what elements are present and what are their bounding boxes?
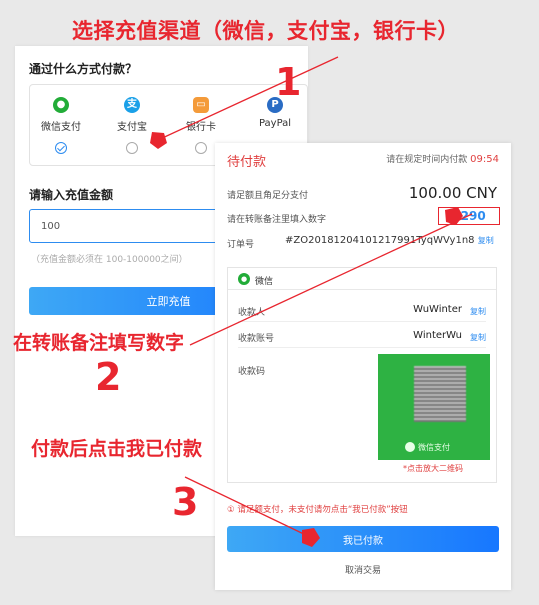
- method-radio[interactable]: [195, 142, 207, 154]
- method-wechat[interactable]: ● 微信支付: [32, 97, 90, 154]
- payment-panel: 待付款 请在规定时间内付款 09:54 请足额且角足分支付 100.00 CNY…: [215, 143, 511, 590]
- account-label: 收款账号: [238, 334, 275, 344]
- amount-label: 请输入充值金额: [29, 188, 114, 202]
- cancel-transaction-link[interactable]: 取消交易: [215, 563, 511, 576]
- banner-annotation: 选择充值渠道（微信，支付宝，银行卡）: [72, 19, 459, 43]
- wechat-icon: ●: [53, 97, 69, 113]
- payment-notice: ① 请足额支付，未支付请勿点击“我已付款”按钮: [227, 505, 408, 515]
- amount-instruction: 请足额且角足分支付: [227, 191, 309, 201]
- step3-text: 付款后点击我已付款: [31, 438, 203, 460]
- method-label: 微信支付: [41, 122, 81, 133]
- payment-amount: 100.00 CNY: [408, 184, 497, 202]
- step3-number: 3: [172, 480, 199, 524]
- order-number: #ZO20181204101217991TyqWVy1n8 复制: [285, 235, 494, 246]
- wechat-header: ● 微信: [228, 268, 496, 290]
- timer-value: 09:54: [470, 154, 499, 165]
- wechat-label: 微信: [255, 277, 274, 287]
- alipay-icon: 支: [124, 97, 140, 113]
- qr-zoom-hint[interactable]: *点击放大二维码: [403, 463, 463, 474]
- copy-payee-link[interactable]: 复制: [470, 306, 486, 317]
- amount-hint: （充值金额必须在 100-100000之间）: [31, 255, 188, 265]
- i-have-paid-button[interactable]: 我已付款: [227, 526, 499, 552]
- order-number-value: #ZO20181204101217991TyqWVy1n8: [285, 235, 475, 246]
- payee-row: 收款人 WuWinter 复制: [238, 296, 486, 322]
- method-alipay[interactable]: 支 支付宝: [103, 97, 161, 154]
- copy-account-link[interactable]: 复制: [470, 332, 486, 343]
- step1-number: 1: [275, 60, 302, 104]
- method-radio-checked[interactable]: [55, 142, 67, 154]
- step2-number: 2: [95, 355, 122, 399]
- payee-label: 收款人: [238, 308, 266, 318]
- payee-value: WuWinter: [413, 304, 462, 315]
- pending-payment-title: 待付款: [227, 155, 267, 170]
- order-label: 订单号: [227, 240, 255, 250]
- wechat-pay-icon: [405, 442, 415, 452]
- timer-text: 请在规定时间内付款: [386, 155, 468, 165]
- qr-code-image[interactable]: [414, 366, 466, 422]
- method-radio[interactable]: [126, 142, 138, 154]
- remark-code: 2290: [438, 207, 500, 225]
- payment-timer: 请在规定时间内付款 09:54: [386, 152, 499, 165]
- account-row: 收款账号 WinterWu 复制: [238, 322, 486, 348]
- bank-card-icon: ▭: [193, 97, 209, 113]
- remark-instruction: 请在转账备注里填入数字: [227, 215, 327, 225]
- qr-label: 收款码: [238, 367, 266, 377]
- payment-method-title: 通过什么方式付款？: [29, 62, 138, 76]
- account-value: WinterWu: [413, 330, 462, 341]
- method-label: PayPal: [258, 118, 292, 129]
- copy-order-link[interactable]: 复制: [478, 236, 494, 245]
- wechat-icon: ●: [238, 273, 250, 285]
- method-label: 银行卡: [186, 122, 216, 133]
- step2-text: 在转账备注填写数字: [13, 332, 185, 354]
- wechat-payment-box: ● 微信 收款人 WuWinter 复制 收款账号 WinterWu 复制 收款…: [227, 267, 497, 483]
- method-label: 支付宝: [117, 122, 147, 133]
- qr-caption: 微信支付: [418, 443, 450, 452]
- qr-code-card[interactable]: 微信支付: [378, 354, 490, 460]
